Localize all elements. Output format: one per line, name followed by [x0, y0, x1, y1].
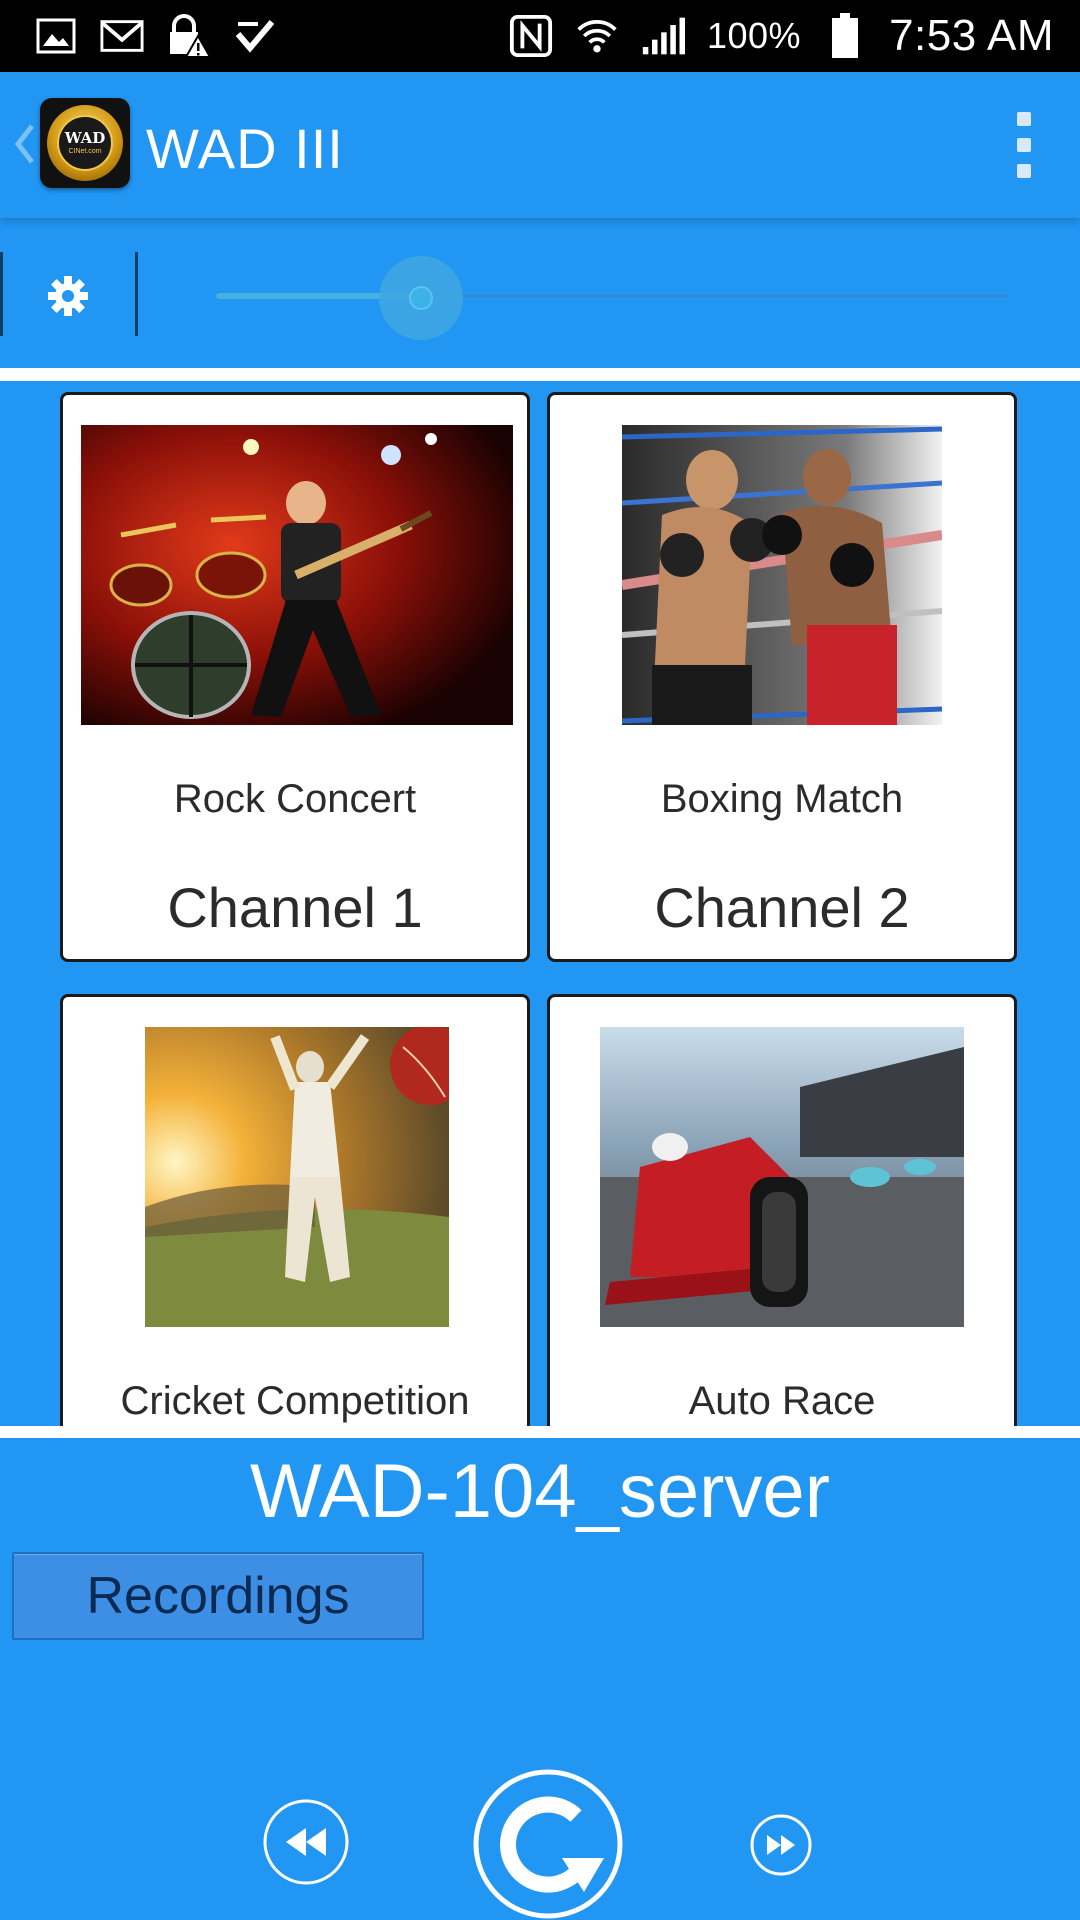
controls-row [0, 218, 1080, 368]
channel-grid[interactable]: Rock Concert Channel 1 Boxing Match Chan… [0, 381, 1080, 1426]
separator [0, 1426, 1080, 1438]
battery-icon [823, 13, 867, 58]
lock-warning-icon [166, 14, 210, 58]
battery-percent: 100% [706, 15, 802, 56]
volume-slider[interactable] [216, 256, 1006, 340]
channel-tile[interactable]: Rock Concert Channel 1 [60, 392, 530, 962]
channel-tile[interactable]: Boxing Match Channel 2 [547, 392, 1017, 962]
channel-name: Auto Race [688, 1379, 876, 1423]
server-name: WAD-104_server [249, 1449, 831, 1534]
status-bar: 100% 7:53 AM [0, 0, 1080, 72]
recordings-button[interactable]: Recordings [12, 1552, 424, 1640]
channel-tile[interactable]: Cricket Competition [60, 994, 530, 1426]
rewind-button[interactable] [262, 1798, 350, 1886]
nfc-icon [509, 14, 553, 58]
overflow-menu-icon[interactable] [1004, 112, 1044, 178]
channel-tile[interactable]: Auto Race [547, 994, 1017, 1426]
auto-race-image [600, 1027, 964, 1327]
gmail-icon [100, 14, 144, 58]
status-bar-notifications [34, 14, 276, 58]
channel-number: Channel 1 [167, 876, 423, 939]
cricket-image [145, 1027, 449, 1327]
channel-number: Channel 2 [654, 876, 910, 939]
clock: 7:53 AM [889, 11, 1054, 60]
channel-name: Cricket Competition [120, 1379, 470, 1423]
gear-icon[interactable] [44, 272, 92, 320]
app-title: WAD III [146, 117, 344, 180]
fast-forward-button[interactable] [750, 1814, 812, 1876]
channel-name: Rock Concert [173, 777, 417, 821]
boxing-match-image [622, 425, 942, 725]
signal-icon [641, 14, 685, 58]
channel-name: Boxing Match [660, 777, 904, 821]
fast-forward-icon [750, 1814, 812, 1876]
status-bar-system: 100% 7:53 AM [509, 11, 1054, 61]
refresh-button[interactable] [472, 1766, 624, 1920]
rock-concert-image [81, 425, 513, 725]
logo-inner: WAD CINet.com [57, 115, 113, 171]
refresh-icon [473, 1769, 623, 1919]
checkbox-icon [232, 14, 276, 58]
logo-subtext: CINet.com [68, 148, 102, 155]
logo-text: WAD [64, 129, 106, 147]
logo-ring: WAD CINet.com [47, 105, 123, 181]
back-chevron-icon[interactable] [10, 118, 38, 170]
separator [0, 368, 1080, 381]
divider [0, 252, 3, 336]
divider [135, 252, 138, 336]
wifi-icon [575, 14, 619, 58]
gallery-icon [34, 14, 78, 58]
rewind-icon [263, 1799, 349, 1885]
app-logo[interactable]: WAD CINet.com [40, 98, 130, 188]
action-bar: WAD CINet.com WAD III [0, 72, 1080, 218]
